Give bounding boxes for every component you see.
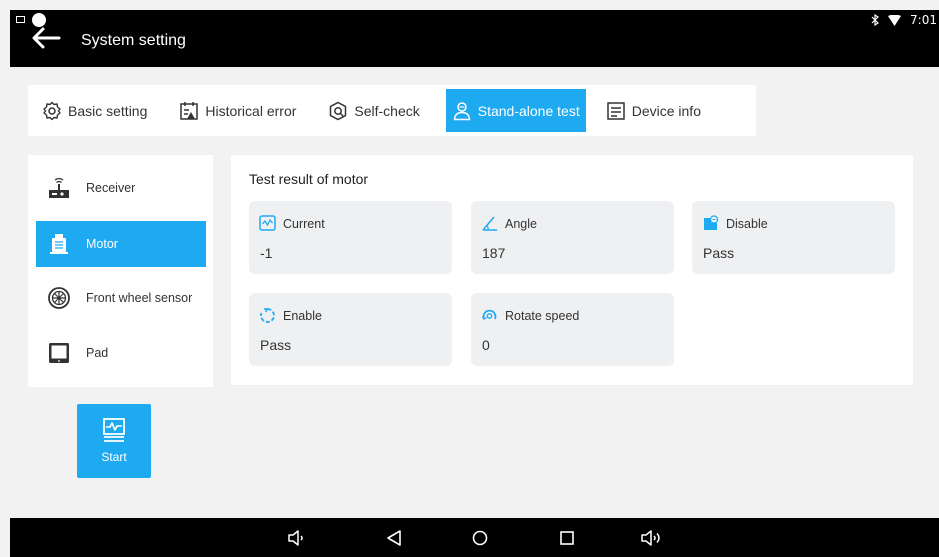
sidebar-item-motor[interactable]: Motor — [36, 221, 206, 267]
sidebar-item-label: Motor — [86, 237, 118, 251]
back-icon[interactable] — [385, 529, 403, 547]
receiver-icon — [49, 177, 69, 198]
start-button[interactable]: Start — [77, 404, 151, 478]
card-value: Pass — [260, 337, 292, 353]
rotate-speed-icon — [481, 309, 497, 320]
card-label: Angle — [505, 216, 537, 231]
result-panel: Test result of motor Current -1 Angle 18… — [231, 155, 913, 385]
tab-stand-alone-test[interactable]: Stand-alone test — [445, 89, 586, 132]
card-label: Current — [283, 216, 325, 231]
person-test-icon — [453, 101, 471, 120]
status-area: 7:01 — [871, 13, 937, 27]
result-card-current: Current -1 — [249, 201, 452, 274]
sidebar-item-receiver[interactable]: Receiver — [36, 165, 206, 211]
back-arrow-icon[interactable] — [29, 24, 63, 52]
tab-label: Stand-alone test — [477, 102, 580, 119]
enable-icon — [260, 308, 275, 323]
tab-basic-setting[interactable]: Basic setting — [36, 89, 153, 132]
page-title: System setting — [81, 32, 186, 49]
tab-label: Basic setting — [68, 102, 148, 119]
tab-self-check[interactable]: Self-check — [322, 89, 425, 132]
result-card-angle: Angle 187 — [471, 201, 674, 274]
sidebar-item-label: Pad — [86, 346, 109, 360]
gear-icon — [43, 101, 61, 120]
sidebar-item-label: Receiver — [86, 181, 136, 195]
error-log-icon — [180, 101, 199, 120]
card-label: Disable — [726, 216, 768, 231]
bluetooth-icon — [871, 14, 879, 26]
clock: 7:01 — [910, 13, 937, 27]
volume-up-icon[interactable] — [640, 529, 664, 547]
volume-down-icon[interactable] — [287, 529, 307, 547]
card-value: -1 — [260, 245, 273, 261]
angle-icon — [482, 216, 497, 231]
tab-bar: Basic setting Historical error Self-chec… — [28, 85, 756, 136]
tab-label: Historical error — [205, 102, 297, 119]
sidebar-item-label: Front wheel sensor — [86, 291, 193, 305]
pulse-monitor-icon — [103, 418, 125, 442]
wifi-icon — [888, 14, 902, 26]
title-bar: System setting 7:01 — [10, 10, 939, 67]
card-value: 0 — [482, 337, 490, 353]
result-card-enable: Enable Pass — [249, 293, 452, 366]
sidebar-item-pad[interactable]: Pad — [36, 330, 206, 376]
tab-device-info[interactable]: Device info — [600, 89, 707, 132]
card-label: Rotate speed — [505, 308, 580, 323]
result-card-disable: Disable Pass — [692, 201, 895, 274]
card-value: 187 — [482, 245, 506, 261]
card-value: Pass — [703, 245, 735, 261]
self-check-icon — [330, 101, 347, 120]
system-nav-bar — [10, 518, 939, 557]
card-label: Enable — [283, 308, 322, 323]
component-list: Receiver Motor Front wheel sensor Pad — [28, 155, 213, 387]
wheel-icon — [48, 287, 70, 309]
home-icon[interactable] — [471, 529, 489, 547]
start-label: Start — [101, 450, 127, 464]
device-info-icon — [606, 101, 625, 120]
result-title: Test result of motor — [249, 171, 369, 187]
current-icon — [259, 215, 276, 231]
tab-label: Self-check — [354, 102, 420, 119]
screenshot-indicator-icon — [16, 16, 25, 23]
motor-icon — [50, 234, 68, 254]
result-card-rotate-speed: Rotate speed 0 — [471, 293, 674, 366]
pad-icon — [49, 343, 69, 363]
tab-label: Device info — [631, 102, 701, 119]
disable-icon — [704, 215, 719, 230]
tab-historical-error[interactable]: Historical error — [173, 89, 302, 132]
recents-icon[interactable] — [558, 529, 576, 547]
sidebar-item-front-wheel-sensor[interactable]: Front wheel sensor — [36, 275, 206, 321]
